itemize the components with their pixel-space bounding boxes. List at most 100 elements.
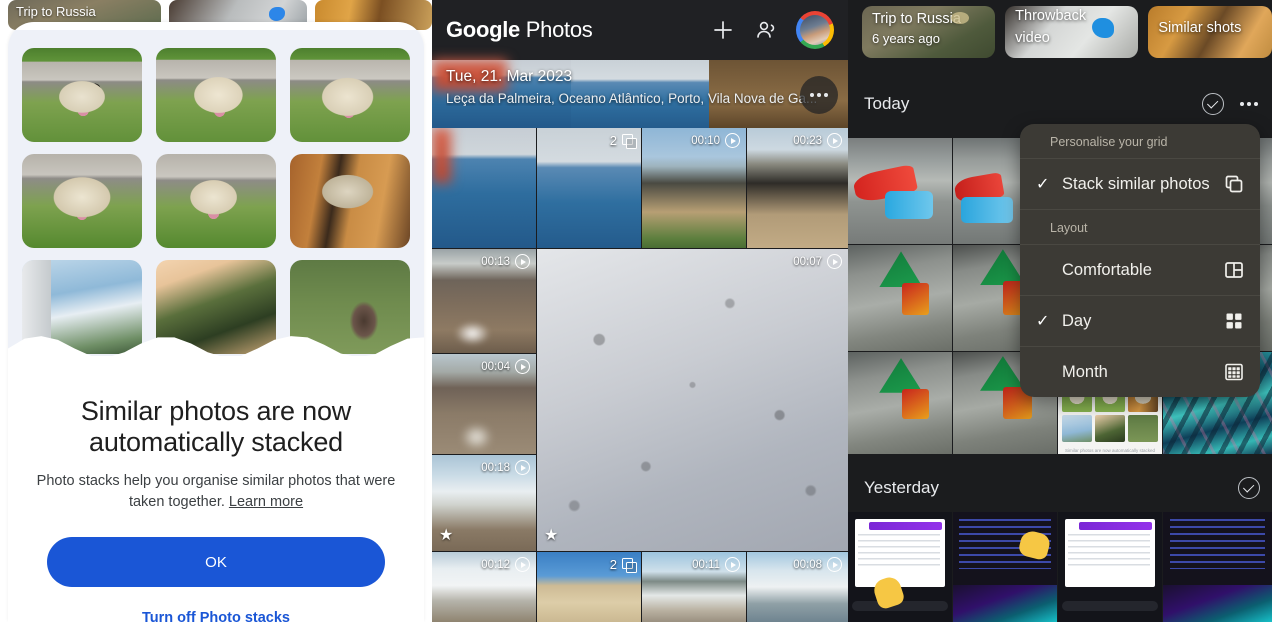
nested-thumb (1128, 415, 1158, 442)
month-grid-icon (1224, 362, 1244, 382)
grid-layout-menu-panel: Trip to Russia 6 years ago Throwback vid… (848, 0, 1272, 622)
stacked-photos-preview (8, 30, 424, 382)
stack-icon (622, 134, 637, 149)
stack-icon (622, 558, 637, 573)
dialog-description-text: Photo stacks help you organise similar p… (36, 473, 396, 510)
check-icon: ✓ (1036, 313, 1050, 330)
app-title-light: Photos (519, 17, 593, 42)
menu-item-stack-similar-photos[interactable]: ✓ Stack similar photos (1020, 159, 1260, 209)
memory-card-similar-shots[interactable]: Similar shots (1148, 6, 1272, 58)
grid-cell-beach-wave-video[interactable]: 00:18 ★ (432, 455, 536, 551)
dialog-description: Photo stacks help you organise similar p… (34, 471, 398, 512)
screenshot-bar (868, 521, 942, 530)
menu-group-title-personalise: Personalise your grid (1050, 135, 1168, 149)
video-duration: 00:08 (793, 557, 842, 572)
grid-cell-lego-photo-1[interactable] (848, 138, 952, 244)
add-icon[interactable] (706, 13, 740, 47)
preview-photo-dog-5 (156, 154, 276, 248)
screenshot-scene (1163, 584, 1272, 622)
menu-item-comfortable[interactable]: Comfortable (1020, 245, 1260, 295)
learn-more-link[interactable]: Learn more (229, 494, 303, 510)
video-duration: 00:10 (691, 133, 740, 148)
grid-cell-foam-video[interactable]: 00:07 ★ (537, 249, 848, 551)
ok-button[interactable]: OK (47, 537, 385, 588)
screenshot-lines (1068, 534, 1150, 567)
memory-card-title: Throwback (1015, 8, 1087, 24)
avatar-image (800, 15, 830, 45)
duration-text: 00:04 (481, 360, 510, 373)
dialog-title: Similar photos are now automatically sta… (80, 396, 352, 457)
comfortable-grid-icon (1224, 260, 1244, 280)
more-options-icon[interactable] (1240, 102, 1258, 106)
preview-photo-dog-3 (290, 48, 410, 142)
memory-card-throwback-video[interactable]: Throwback video (1005, 6, 1139, 58)
video-duration: 00:23 (793, 133, 842, 148)
more-options-icon[interactable] (800, 76, 838, 114)
grid-cell-chat-screenshot-3[interactable] (1058, 512, 1162, 622)
stack-count: 2 (609, 557, 617, 572)
bottom-fade (8, 356, 424, 382)
date-label: Tue, 21. Mar 2023 (446, 68, 573, 85)
grid-cell-wet-sand-video[interactable]: 00:13 (432, 249, 536, 353)
grid-cell-lego-photo-9[interactable] (848, 352, 952, 454)
preview-photo-dog-6 (290, 154, 410, 248)
memory-card-title: Similar shots (1158, 20, 1242, 36)
app-top-bar: Google Photos (432, 0, 848, 60)
video-duration: 00:12 (481, 557, 530, 572)
photo-grid: 2 00:10 00:23 00:13 00:07 ★ 00:04 00:18 … (432, 128, 848, 622)
stack-count: 2 (609, 133, 617, 148)
memory-card-title: Trip to Russia (872, 11, 961, 27)
circle-check-icon[interactable] (1202, 93, 1224, 115)
stack-copy-icon (1224, 174, 1244, 194)
turn-off-photo-stacks-button[interactable]: Turn off Photo stacks (34, 610, 398, 622)
grid-cell-beach-stack-photo[interactable]: 2 (537, 552, 641, 622)
menu-item-month[interactable]: Month (1020, 347, 1260, 397)
memories-carousel: Trip to Russia 6 years ago Throwback vid… (862, 6, 1272, 58)
people-icon[interactable] (750, 13, 784, 47)
grid-cell-chat-screenshot-1[interactable] (848, 512, 952, 622)
duration-text: 00:11 (692, 558, 720, 571)
memory-card-trip-to-russia[interactable]: Trip to Russia 6 years ago (862, 6, 996, 58)
account-avatar[interactable] (796, 11, 834, 49)
play-icon (725, 557, 740, 572)
app-title: Google Photos (446, 17, 593, 43)
grid-cell-rocky-beach-video[interactable]: 00:10 (642, 128, 746, 248)
check-icon: ✓ (1036, 176, 1050, 193)
section-label: Yesterday (864, 478, 939, 497)
grid-cell-chat-screenshot-4[interactable] (1163, 512, 1272, 622)
grid-cell-surf-video-2[interactable]: 00:11 (642, 552, 746, 622)
play-icon (515, 460, 530, 475)
grid-cell-rock-surf-video[interactable]: 00:23 (747, 128, 848, 248)
video-duration: 00:04 (481, 359, 530, 374)
grid-cell-sea-photo-2[interactable]: 2 (537, 128, 641, 248)
memory-thumb-decor (1092, 18, 1115, 38)
grid-cell-shoreline-video[interactable]: 00:04 (432, 354, 536, 454)
grid-cell-lego-photo-5[interactable] (848, 245, 952, 351)
grid-cell-surf-video-3[interactable]: 00:08 (747, 552, 848, 622)
favorite-star-icon: ★ (439, 527, 454, 544)
grid-cell-surf-video-1[interactable]: 00:12 (432, 552, 536, 622)
preview-photo-dog-4 (22, 154, 142, 248)
app-title-bold: Google (446, 17, 520, 42)
duration-text: 00:12 (481, 558, 510, 571)
menu-item-label: Stack similar photos (1062, 174, 1210, 193)
play-icon (515, 254, 530, 269)
circle-check-icon[interactable] (1238, 477, 1260, 499)
play-icon (515, 359, 530, 374)
screenshot-text (1169, 518, 1266, 570)
video-duration: 00:07 (793, 254, 842, 269)
favorite-star-icon: ★ (544, 527, 559, 544)
memory-thumb-decor (269, 7, 286, 21)
screenshot-bar (1078, 521, 1152, 530)
video-duration: 00:13 (481, 254, 530, 269)
grid-cell-chat-screenshot-2[interactable] (953, 512, 1057, 622)
menu-item-label: Comfortable (1062, 260, 1152, 279)
section-label: Today (864, 94, 910, 113)
location-label: Leça da Palmeira, Oceano Atlântico, Port… (446, 91, 818, 106)
duration-text: 00:10 (691, 134, 720, 147)
menu-item-day[interactable]: ✓ Day (1020, 296, 1260, 346)
grid-cell-sea-photo-1[interactable] (432, 128, 536, 248)
duration-text: 00:18 (481, 461, 510, 474)
video-duration: 00:18 (481, 460, 530, 475)
duration-text: 00:08 (793, 558, 822, 571)
